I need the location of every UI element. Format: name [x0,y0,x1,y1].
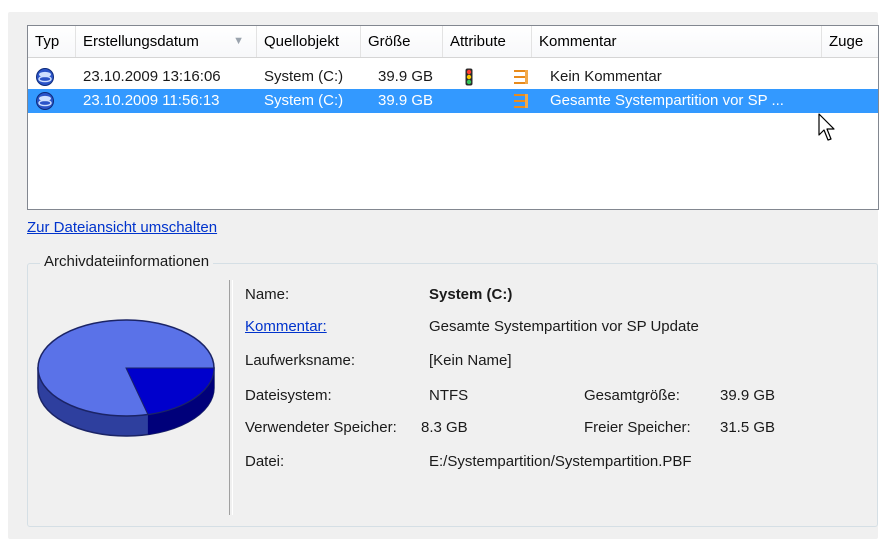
row-date: 23.10.2009 13:16:06 [83,68,221,85]
column-header-attributes[interactable]: Attribute [443,26,532,57]
row-comment: Gesamte Systempartition vor SP ... [550,92,784,109]
row-size: 39.9 GB [378,68,434,85]
filesystem-value: NTFS [429,387,469,404]
comment-value: Gesamte Systempartition vor SP Update [429,318,699,335]
column-label: Quellobjekt [264,33,340,50]
column-header-source[interactable]: Quellobjekt [257,26,361,57]
drive-name-label: Laufwerksname: [245,352,356,369]
row-source: System (C:) [264,68,344,85]
name-value: System (C:) [429,286,513,303]
lock-icon [465,68,473,86]
column-header-comment[interactable]: Kommentar [532,26,822,57]
disk-usage-pie-chart [37,319,215,437]
column-header-date[interactable]: Erstellungsdatum ▼ [76,26,257,57]
row-size: 39.9 GB [378,92,434,109]
comment-link[interactable]: Kommentar: [245,318,327,335]
file-label: Datei: [245,453,285,470]
archive-icon [514,70,528,84]
column-header-size[interactable]: Größe [361,26,443,57]
info-divider [229,280,233,515]
used-space-value: 8.3 GB [421,419,468,436]
list-header: Typ Erstellungsdatum ▼ Quellobjekt Größe … [28,26,878,58]
total-size-value: 39.9 GB [720,387,776,404]
row-source: System (C:) [264,92,344,109]
column-label: Kommentar [539,33,617,50]
sort-descending-icon: ▼ [233,35,244,47]
row-date: 23.10.2009 11:56:13 [83,92,220,109]
column-label: Attribute [450,33,506,50]
disk-image-icon [36,92,54,110]
column-label: Größe [368,33,411,50]
free-space-label: Freier Speicher: [584,419,691,436]
archive-list[interactable]: Typ Erstellungsdatum ▼ Quellobjekt Größe … [27,25,879,210]
filesystem-label: Dateisystem: [245,387,332,404]
file-path-value: E:/Systempartition/Systempartition.PBF [429,453,692,470]
disk-image-icon [36,68,54,86]
used-space-label: Verwendeter Speicher: [245,419,397,436]
mouse-pointer-icon [818,113,835,141]
column-label: Typ [35,33,60,50]
name-label: Name: [245,286,290,303]
column-header-assigned[interactable]: Zuge [822,26,878,57]
table-row-selected[interactable]: 23.10.2009 11:56:13 System (C:) 39.9 GB … [28,89,878,113]
column-header-type[interactable]: Typ [28,26,76,57]
column-label: Zuge [829,33,864,50]
switch-to-file-view-link[interactable]: Zur Dateiansicht umschalten [27,219,217,236]
total-size-label: Gesamtgröße: [584,387,680,404]
archive-info-title: Archivdateiinformationen [40,253,214,270]
row-comment: Kein Kommentar [550,68,662,85]
archive-icon [514,94,528,108]
free-space-value: 31.5 GB [720,419,776,436]
column-label: Erstellungsdatum [83,33,199,50]
table-row[interactable]: 23.10.2009 13:16:06 System (C:) 39.9 GB … [28,65,878,89]
drive-name-value: [Kein Name] [429,352,512,369]
